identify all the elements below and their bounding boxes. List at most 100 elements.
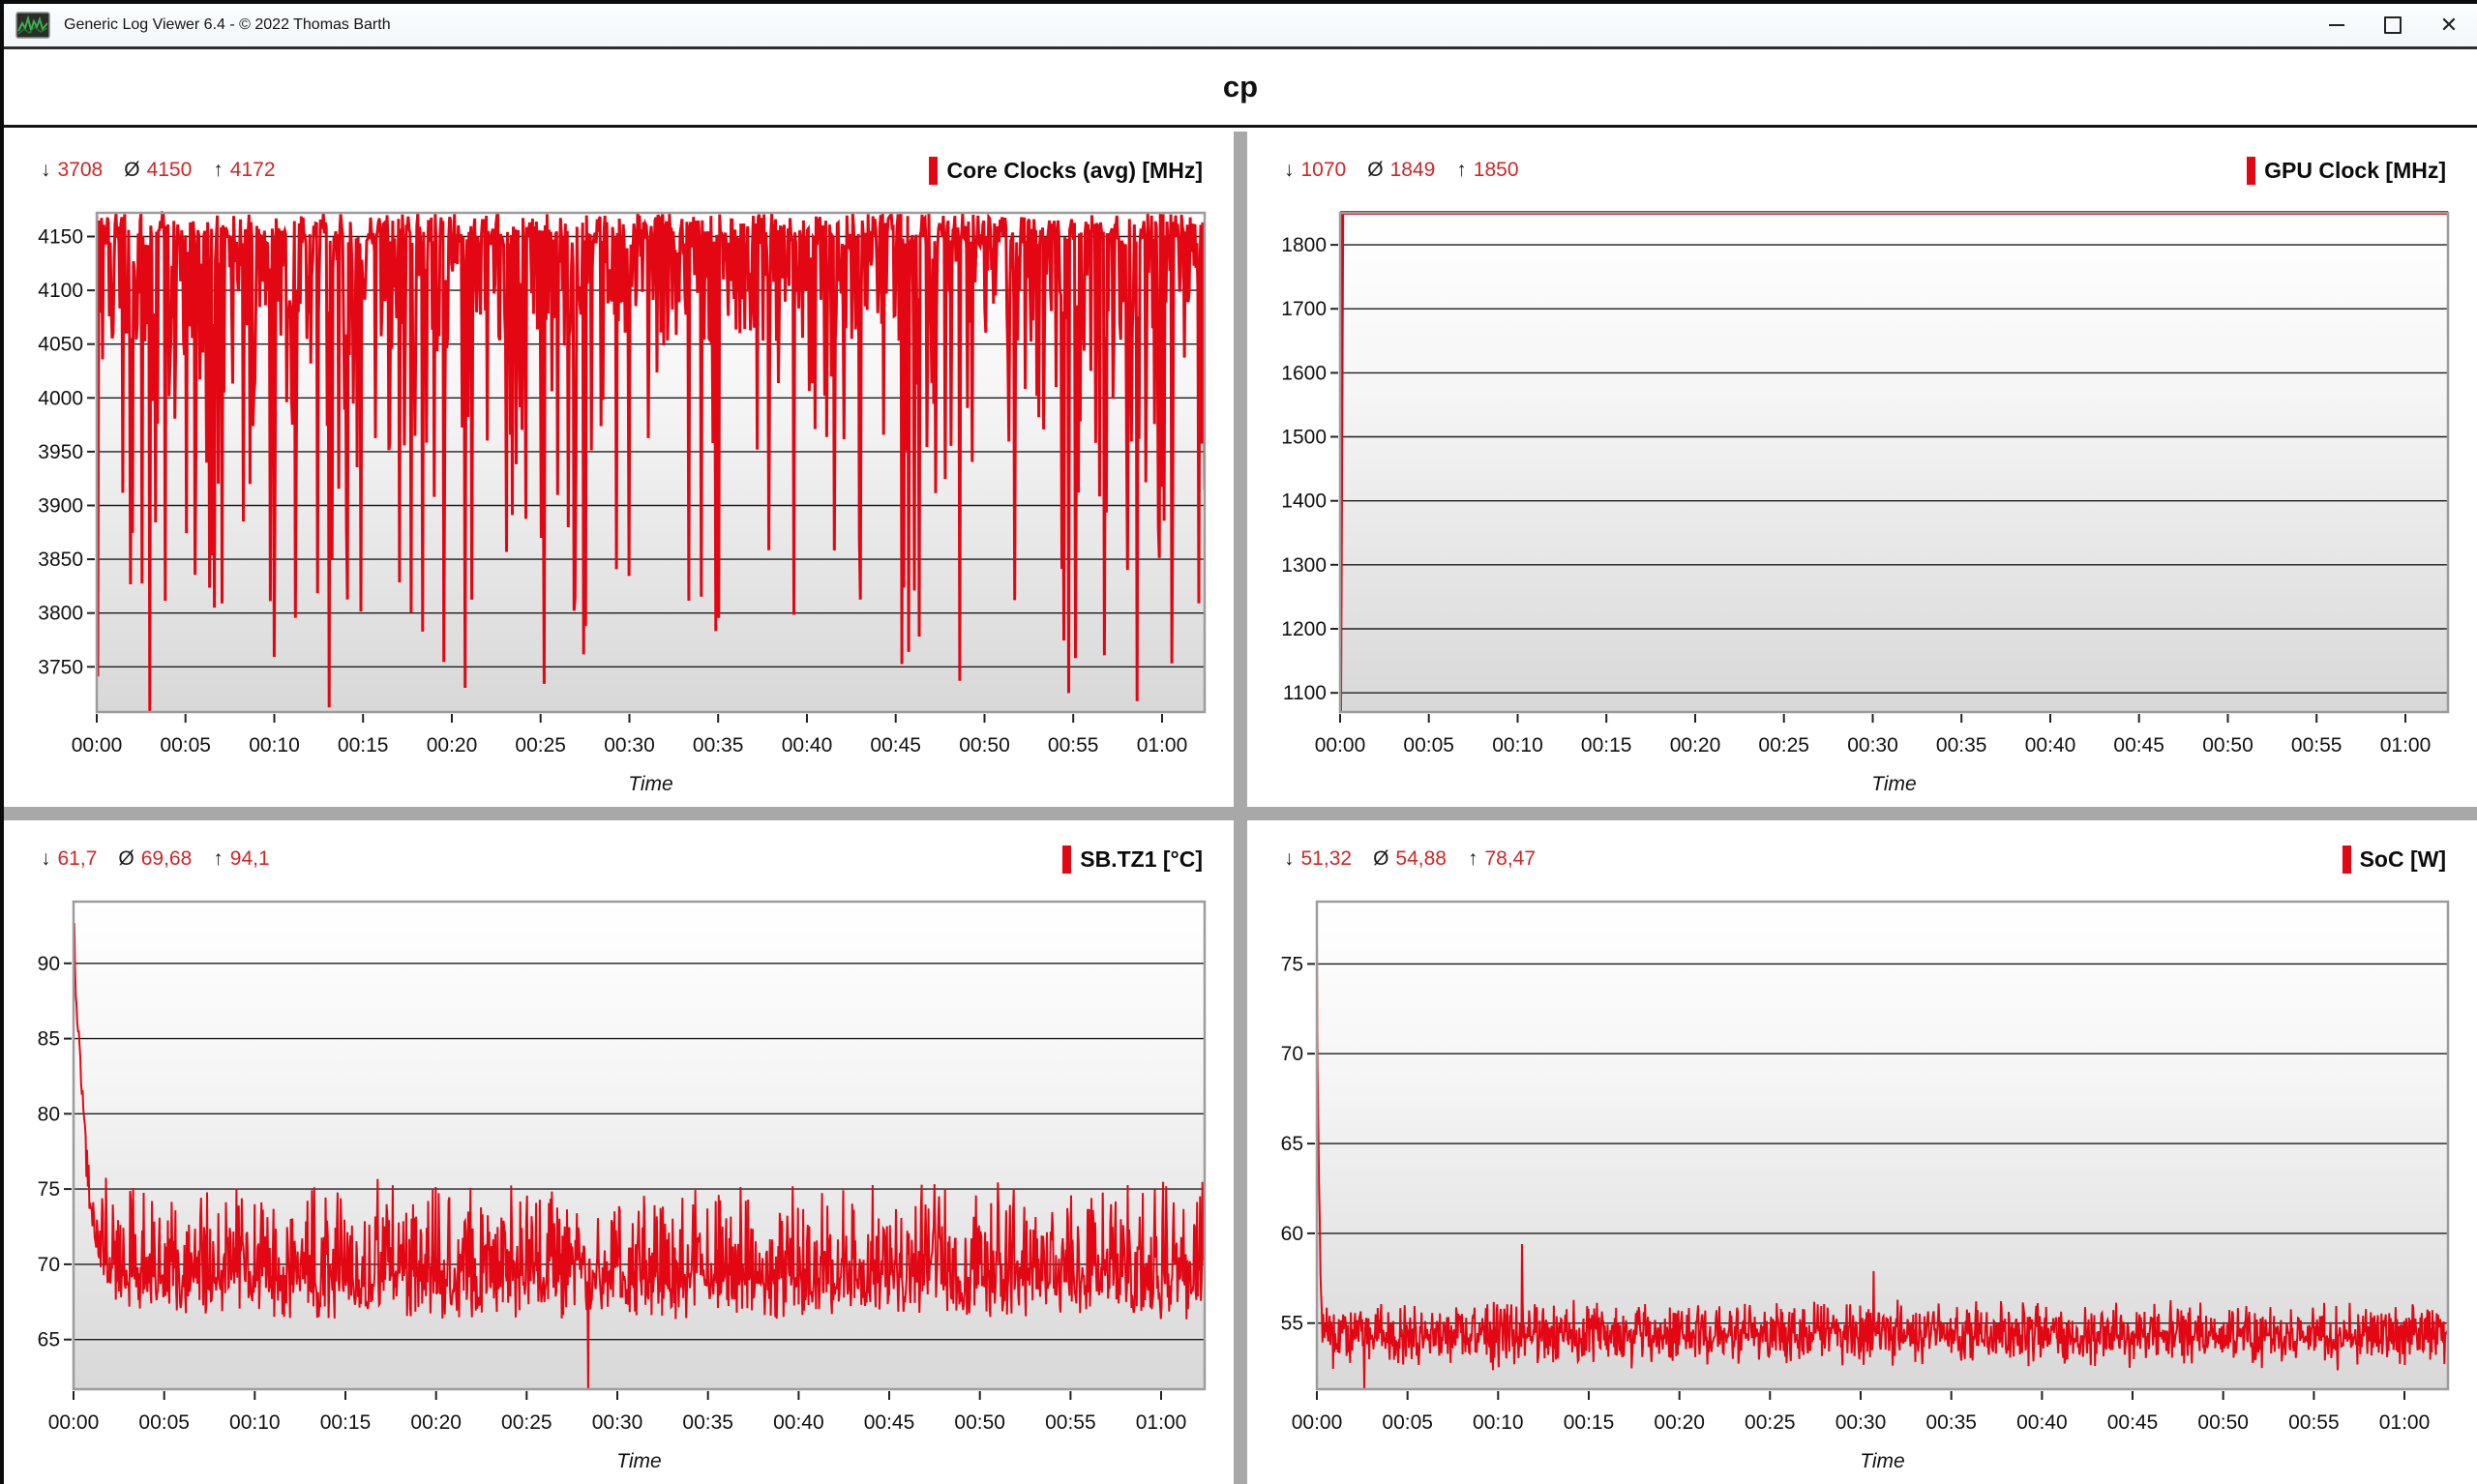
title-bar[interactable]: Generic Log Viewer 6.4 - © 2022 Thomas B… — [4, 4, 2477, 49]
legend-color-swatch — [929, 157, 938, 185]
svg-text:55: 55 — [1281, 1313, 1303, 1335]
min-arrow-icon: ↓ — [41, 159, 51, 181]
stat-min: ↓3708 — [41, 159, 103, 182]
chart-header: ↓51,32 Ø54,88 ↑78,47 SoC [W] — [1284, 842, 2446, 876]
chart-header: ↓61,7 Ø69,68 ↑94,1 SB.TZ1 [°C] — [41, 842, 1203, 876]
stat-avg-value: 1849 — [1390, 159, 1436, 181]
svg-text:00:50: 00:50 — [954, 1411, 1005, 1434]
avg-icon: Ø — [124, 159, 139, 181]
svg-text:00:45: 00:45 — [864, 1411, 915, 1434]
svg-text:00:45: 00:45 — [2113, 734, 2164, 757]
svg-text:75: 75 — [1281, 953, 1303, 975]
svg-text:80: 80 — [38, 1103, 60, 1125]
stat-max-value: 94,1 — [230, 847, 270, 870]
svg-text:00:10: 00:10 — [1473, 1411, 1524, 1434]
stat-min: ↓51,32 — [1284, 847, 1352, 871]
chart-canvas-core-clocks[interactable]: 37503800385039003950400040504100415000:0… — [4, 188, 1234, 807]
svg-text:00:55: 00:55 — [1048, 734, 1099, 757]
svg-text:00:15: 00:15 — [338, 734, 389, 757]
stat-max-value: 1850 — [1474, 159, 1519, 181]
svg-text:00:25: 00:25 — [515, 734, 566, 757]
svg-text:1200: 1200 — [1281, 618, 1327, 640]
svg-text:00:10: 00:10 — [229, 1411, 281, 1434]
chart-canvas-soc[interactable]: 556065707500:0000:0500:1000:1500:2000:25… — [1247, 876, 2477, 1484]
chart-panel-soc: ↓51,32 Ø54,88 ↑78,47 SoC [W] 55606570750… — [1247, 820, 2477, 1484]
legend-label: SoC [W] — [2360, 846, 2446, 873]
svg-text:4100: 4100 — [38, 280, 83, 302]
minimize-button[interactable] — [2309, 4, 2365, 46]
svg-text:00:45: 00:45 — [870, 734, 921, 757]
maximize-button[interactable] — [2365, 4, 2421, 46]
stat-avg-value: 4150 — [147, 159, 193, 181]
chart-legend: SoC [W] — [2343, 846, 2446, 874]
svg-text:1100: 1100 — [1283, 682, 1327, 704]
window-title: Generic Log Viewer 6.4 - © 2022 Thomas B… — [64, 16, 391, 34]
svg-text:3850: 3850 — [38, 549, 83, 571]
svg-text:00:20: 00:20 — [410, 1411, 462, 1434]
svg-text:00:15: 00:15 — [1564, 1411, 1615, 1434]
chart-panel-core-clocks: ↓3708 Ø 4150 ↑4172 Core Clocks (avg) [MHz… — [4, 132, 1234, 807]
svg-text:65: 65 — [38, 1329, 60, 1351]
svg-text:65: 65 — [1281, 1133, 1303, 1155]
svg-text:00:15: 00:15 — [1581, 734, 1632, 757]
svg-text:Time: Time — [1860, 1450, 1904, 1472]
svg-text:00:25: 00:25 — [501, 1411, 552, 1434]
avg-icon: Ø — [1367, 159, 1383, 181]
avg-icon: Ø — [1373, 847, 1388, 870]
svg-text:00:10: 00:10 — [1492, 734, 1543, 757]
svg-text:3950: 3950 — [38, 441, 83, 463]
svg-text:00:05: 00:05 — [1403, 734, 1454, 757]
svg-text:01:00: 01:00 — [2379, 1411, 2431, 1434]
svg-text:00:35: 00:35 — [1936, 734, 1987, 757]
svg-text:4050: 4050 — [38, 334, 83, 356]
legend-color-swatch — [2247, 157, 2255, 185]
svg-text:00:05: 00:05 — [160, 734, 211, 757]
app-icon — [15, 12, 50, 39]
stat-avg-value: 69,68 — [141, 847, 193, 870]
svg-text:00:55: 00:55 — [2288, 1411, 2340, 1434]
svg-text:3900: 3900 — [38, 495, 83, 518]
svg-text:1600: 1600 — [1281, 362, 1327, 384]
svg-text:00:20: 00:20 — [1670, 734, 1721, 757]
legend-color-swatch — [2343, 846, 2351, 874]
svg-text:00:55: 00:55 — [1045, 1411, 1096, 1434]
svg-text:00:05: 00:05 — [138, 1411, 190, 1434]
stat-max: ↑4172 — [213, 159, 275, 182]
chart-legend: Core Clocks (avg) [MHz] — [929, 157, 1203, 185]
svg-text:1300: 1300 — [1281, 554, 1327, 577]
svg-text:00:35: 00:35 — [682, 1411, 733, 1434]
svg-text:00:25: 00:25 — [1745, 1411, 1796, 1434]
stat-avg: Ø 69,68 — [118, 847, 192, 871]
svg-text:70: 70 — [1281, 1043, 1303, 1065]
chart-canvas-gpu-clock[interactable]: 1100120013001400150016001700180000:0000:… — [1247, 188, 2477, 807]
svg-text:4150: 4150 — [38, 226, 83, 249]
svg-text:00:30: 00:30 — [1847, 734, 1898, 757]
stat-avg-value: 54,88 — [1395, 847, 1447, 870]
svg-text:75: 75 — [38, 1178, 60, 1201]
legend-label: GPU Clock [MHz] — [2264, 158, 2446, 184]
svg-text:70: 70 — [38, 1254, 60, 1276]
min-arrow-icon: ↓ — [1284, 847, 1295, 870]
stat-avg: Ø 4150 — [124, 159, 192, 182]
svg-text:00:45: 00:45 — [2107, 1411, 2159, 1434]
svg-text:01:00: 01:00 — [1137, 734, 1188, 757]
close-button[interactable]: ✕ — [2421, 4, 2477, 46]
svg-text:00:35: 00:35 — [1925, 1411, 1977, 1434]
avg-icon: Ø — [118, 847, 134, 870]
svg-text:01:00: 01:00 — [1136, 1411, 1187, 1434]
window-controls: ✕ — [2309, 4, 2477, 46]
svg-text:00:50: 00:50 — [959, 734, 1010, 757]
chart-panel-sb-tz1: ↓61,7 Ø69,68 ↑94,1 SB.TZ1 [°C] 657075808… — [4, 820, 1234, 1484]
chart-canvas-sb-tz1[interactable]: 65707580859000:0000:0500:1000:1500:2000:… — [4, 876, 1234, 1484]
svg-text:4000: 4000 — [38, 387, 83, 409]
svg-text:1700: 1700 — [1281, 298, 1327, 320]
svg-text:Time: Time — [628, 773, 672, 795]
chart-panel-gpu-clock: ↓1070 Ø1849 ↑1850 GPU Clock [MHz] 110012… — [1247, 132, 2477, 807]
log-title-bar: cp — [4, 49, 2477, 128]
svg-text:3800: 3800 — [38, 603, 83, 625]
svg-text:00:25: 00:25 — [1758, 734, 1809, 757]
chart-stats: ↓3708 Ø 4150 ↑4172 — [41, 159, 276, 182]
chart-stats: ↓61,7 Ø69,68 ↑94,1 — [41, 847, 270, 871]
svg-text:00:40: 00:40 — [2016, 1411, 2068, 1434]
chart-stats: ↓1070 Ø1849 ↑1850 — [1284, 159, 1519, 182]
